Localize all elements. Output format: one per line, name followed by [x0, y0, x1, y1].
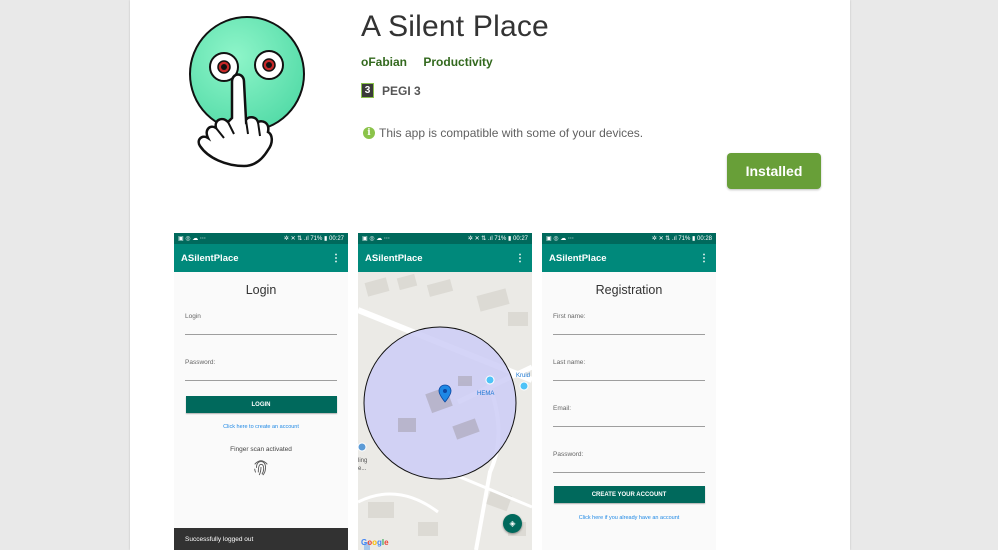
app-bar: ASilentPlace ⋮	[174, 244, 348, 272]
map-poi-label: HEMA	[477, 391, 495, 397]
first-name-field: First name:	[553, 305, 705, 351]
screenshot-map[interactable]: ▣ ◎ ☁ ⋯ ✲ ✕ ⇅ .ıl 71% ▮ 00:27 ASilentPla…	[358, 233, 532, 550]
map-left-label: ling	[358, 458, 368, 464]
app-bar-title: ASilentPlace	[365, 252, 423, 264]
password-field: Password:	[185, 351, 337, 397]
app-bar-title: ASilentPlace	[549, 252, 607, 264]
login-field: Login	[185, 305, 337, 351]
app-bar: ASilentPlace ⋮	[358, 244, 532, 272]
app-meta: oFabian Productivity	[361, 55, 506, 69]
screenshot-login[interactable]: ▣ ◎ ☁ ⋯ ✲ ✕ ⇅ .ıl 71% ▮ 00:27 ASilentPla…	[174, 233, 348, 550]
finger-scan-text: Finger scan activated	[230, 446, 292, 453]
more-vert-icon: ⋮	[699, 252, 709, 264]
map-view: HEMA Kruid ling e... Google	[358, 272, 532, 550]
more-vert-icon: ⋮	[515, 252, 525, 264]
map-left-label-2: e...	[358, 466, 367, 472]
app-icon	[189, 16, 305, 168]
google-logo: Google	[361, 538, 389, 547]
info-icon: i	[363, 127, 375, 139]
my-location-icon: ◈	[503, 514, 522, 533]
compatibility-text: This app is compatible with some of your…	[379, 126, 644, 140]
status-bar: ▣ ◎ ☁ ⋯ ✲ ✕ ⇅ .ıl 71% ▮ 00:27	[358, 233, 532, 244]
screen-title: Login	[245, 283, 277, 297]
create-account-link: Click here to create an account	[223, 424, 299, 430]
login-button: LOGIN	[185, 396, 337, 413]
map-right-label: Kruid	[516, 373, 531, 379]
login-link: Click here if you already have an accoun…	[578, 515, 680, 521]
snackbar: Successfully logged out	[174, 528, 348, 550]
password-field: Password:	[553, 443, 705, 489]
installed-button[interactable]: Installed	[727, 153, 821, 189]
developer-link[interactable]: oFabian	[361, 55, 407, 69]
status-bar: ▣ ◎ ☁ ⋯ ✲ ✕ ⇅ .ıl 71% ▮ 00:28	[542, 233, 716, 244]
content-rating: 3 PEGI 3	[361, 83, 421, 98]
app-title: A Silent Place	[361, 10, 549, 43]
compatibility-notice: i This app is compatible with some of yo…	[363, 126, 643, 140]
pegi-icon: 3	[361, 83, 374, 98]
status-bar: ▣ ◎ ☁ ⋯ ✲ ✕ ⇅ .ıl 71% ▮ 00:27	[174, 233, 348, 244]
app-bar-title: ASilentPlace	[181, 252, 239, 264]
rating-label: PEGI 3	[382, 83, 421, 98]
map-graphic	[358, 272, 532, 550]
email-field: Email:	[553, 397, 705, 443]
screen-title: Registration	[595, 283, 663, 297]
fingerprint-icon	[254, 460, 268, 476]
app-bar: ASilentPlace ⋮	[542, 244, 716, 272]
last-name-field: Last name:	[553, 351, 705, 397]
category-link[interactable]: Productivity	[423, 55, 492, 69]
screenshot-registration[interactable]: ▣ ◎ ☁ ⋯ ✲ ✕ ⇅ .ıl 71% ▮ 00:28 ASilentPla…	[542, 233, 716, 550]
more-vert-icon: ⋮	[331, 252, 341, 264]
